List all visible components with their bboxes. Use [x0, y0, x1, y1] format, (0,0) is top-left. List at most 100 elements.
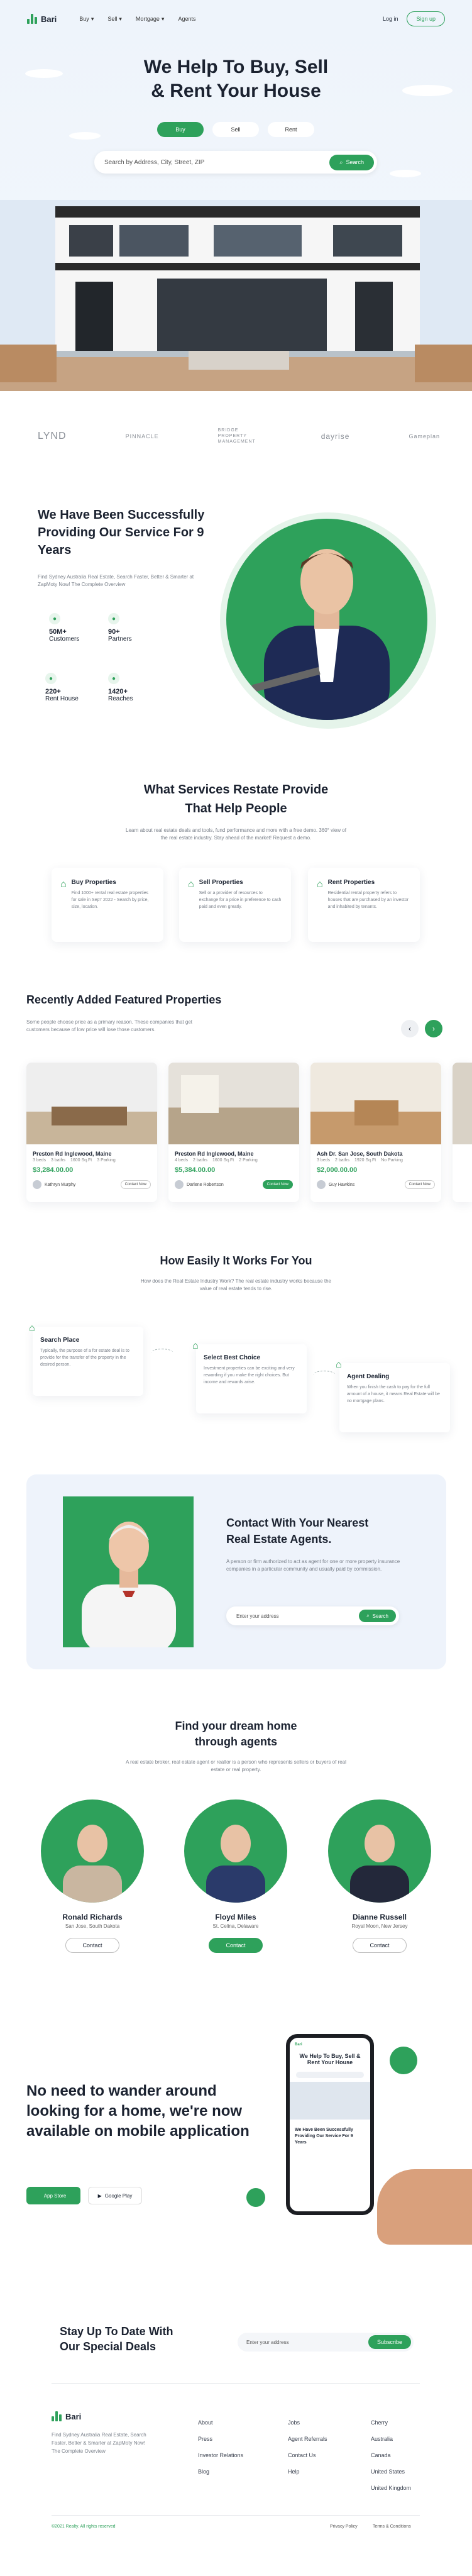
cloud-decoration: [69, 132, 101, 140]
prev-arrow-icon[interactable]: ‹: [401, 1020, 419, 1037]
phone-brand: Bari: [295, 2043, 302, 2047]
service-card-buy[interactable]: ⌂ Buy Properties Find 1000+ rental real es…: [52, 868, 163, 942]
agent-photo: [328, 1799, 431, 1903]
footer-link[interactable]: Contact Us: [288, 2447, 327, 2463]
newsletter-title-line1: Stay Up To Date With: [60, 2325, 173, 2338]
contact-now-button[interactable]: Contact Now: [120, 1180, 151, 1189]
tab-buy[interactable]: Buy: [157, 122, 204, 137]
nav-item-agents[interactable]: Agents: [178, 16, 195, 23]
footer-link[interactable]: About: [198, 2414, 243, 2431]
users-icon: ●: [49, 613, 60, 624]
newsletter-email-input[interactable]: Enter your address: [246, 2340, 289, 2345]
logo-icon: [52, 2411, 62, 2421]
property-title: Preston Rd Inglewood, Maine: [33, 1151, 112, 1157]
address-input[interactable]: Enter your address: [236, 1613, 279, 1619]
next-arrow-icon[interactable]: ›: [425, 1020, 442, 1037]
agent-card: Floyd Miles St. Celina, Delaware Contact: [179, 1799, 292, 1953]
contact-search-bar[interactable]: Enter your address ⌕ Search: [226, 1606, 399, 1625]
property-title: Preston Rd Inglewood, Maine: [175, 1151, 254, 1157]
app-store-button[interactable]: App Store: [26, 2187, 80, 2204]
nav-item-buy[interactable]: Buy ▾: [79, 16, 94, 23]
nav-item-mortgage[interactable]: Mortgage ▾: [136, 16, 165, 23]
tab-sell[interactable]: Sell: [212, 122, 259, 137]
privacy-link[interactable]: Privacy Policy: [330, 2524, 358, 2529]
newsletter-form[interactable]: Enter your address Subscribe: [238, 2333, 414, 2352]
contact-now-button[interactable]: Contact Now: [404, 1180, 435, 1189]
nav-item-sell[interactable]: Sell ▾: [107, 16, 122, 23]
footer-link[interactable]: Investor Relations: [198, 2447, 243, 2463]
footer-link[interactable]: Agent Referrals: [288, 2431, 327, 2447]
brand-logo-gameplan: Gameplan: [409, 433, 440, 439]
brand-logo[interactable]: Bari: [27, 14, 57, 24]
property-meta: 3 beds 3 baths 1600 Sq.Ft 3 Parking: [33, 1158, 116, 1163]
agent-icon: ⌂: [336, 1359, 342, 1370]
search-input[interactable]: Search by Address, City, Street, ZIP: [104, 159, 204, 166]
property-price: $3,284.00.00: [33, 1166, 74, 1174]
footer-col-3: Cherry Australia Canada United States United…: [371, 2414, 411, 2496]
google-play-button[interactable]: ▶ Google Play: [88, 2187, 142, 2204]
footer-link[interactable]: Australia: [371, 2431, 411, 2447]
phone-about-title: We Have Been Successfully Providing Our …: [295, 2128, 353, 2145]
property-card[interactable]: Ash Dr. San Jose, South Dakota 3 beds 2 b…: [310, 1063, 441, 1202]
footer-link[interactable]: Press: [198, 2431, 243, 2447]
agent-photo: [184, 1799, 287, 1903]
step-card-select: ⌂ Select Best Choice Investment propertie…: [192, 1341, 307, 1413]
footer-link[interactable]: United States: [371, 2463, 411, 2480]
agent-card: Ronald Richards San Jose, South Dakota C…: [36, 1799, 149, 1953]
contact-text: A person or firm authorized to act as ag…: [226, 1559, 400, 1572]
footer-col-2: Jobs Agent Referrals Contact Us Help: [288, 2414, 327, 2480]
agent-address: San Jose, South Dakota: [65, 1923, 120, 1929]
app-title: No need to wander around looking for a h…: [26, 2082, 250, 2140]
contact-now-button[interactable]: Contact Now: [262, 1180, 293, 1189]
property-meta: 3 beds 2 baths 1920 Sq.Ft No Parking: [317, 1158, 403, 1163]
agents-title-line1: Find your dream home: [175, 1720, 297, 1732]
dashed-arrow: [313, 1371, 336, 1379]
map-icon: ⌂: [29, 1323, 35, 1334]
brand-logo-pinnacle: PINNACLE: [125, 433, 159, 439]
contact-button[interactable]: Contact: [65, 1938, 119, 1953]
property-card[interactable]: Preston Rd Inglewood, Maine 3 beds 3 bath…: [26, 1063, 157, 1202]
contact-button[interactable]: Contact: [353, 1938, 407, 1953]
contact-agent-photo: [63, 1496, 194, 1647]
property-image: [168, 1063, 299, 1144]
services-title-line2: That Help People: [185, 802, 287, 815]
brand-logo-lynd: LYND: [38, 430, 67, 441]
play-icon: ▶: [97, 2192, 102, 2199]
services-text: Learn about real estate deals and tools,…: [126, 827, 346, 841]
copyright: ©2021 Realty. All rights reserved: [52, 2524, 116, 2529]
footer-logo[interactable]: Bari: [52, 2411, 81, 2421]
service-card-sell[interactable]: ⌂ Sell Properties Sell or a provider of re…: [179, 868, 291, 942]
hero-section: We Help To Buy, Sell & Rent Your House B…: [0, 0, 472, 391]
contact-button[interactable]: Contact: [209, 1938, 263, 1953]
tab-rent[interactable]: Rent: [268, 122, 314, 137]
agents-title-line2: through agents: [195, 1735, 277, 1748]
divider: [52, 2515, 420, 2516]
avatar: [175, 1180, 184, 1189]
step-text: Investment properties can be exciting an…: [204, 1366, 295, 1385]
avatar: [33, 1180, 41, 1189]
footer-link[interactable]: Help: [288, 2463, 327, 2480]
key-icon: ⌂: [317, 879, 323, 890]
stat-customers: ● 50M+ Customers: [49, 613, 79, 643]
property-card[interactable]: Preston Rd Inglewood, Maine 4 beds 2 bath…: [168, 1063, 299, 1202]
phone-hero-title: We Help To Buy, Sell & Rent Your House: [299, 2053, 361, 2065]
subscribe-button[interactable]: Subscribe: [368, 2335, 411, 2349]
footer-link[interactable]: Jobs: [288, 2414, 327, 2431]
signup-button[interactable]: Sign up: [407, 11, 445, 26]
dashed-arrow: [151, 1349, 173, 1357]
search-button[interactable]: ⌕ Search: [329, 154, 374, 170]
footer-link[interactable]: United Kingdom: [371, 2480, 411, 2496]
login-link[interactable]: Log in: [383, 16, 398, 22]
avatar: [317, 1180, 326, 1189]
hero-search-bar[interactable]: Search by Address, City, Street, ZIP ⌕ Se…: [94, 151, 377, 174]
footer-link[interactable]: Canada: [371, 2447, 411, 2463]
terms-link[interactable]: Terms & Conditions: [373, 2524, 411, 2529]
service-card-rent[interactable]: ⌂ Rent Properties Residential rental prope…: [308, 868, 420, 942]
house-icon: ⌂: [60, 879, 67, 890]
contact-search-button[interactable]: ⌕ Search: [359, 1610, 396, 1622]
footer-link[interactable]: Blog: [198, 2463, 243, 2480]
hand-image: [377, 2169, 472, 2245]
house-check-icon: ⌂: [192, 1341, 199, 1351]
footer-link[interactable]: Cherry: [371, 2414, 411, 2431]
chevron-down-icon: ▾: [91, 15, 94, 22]
